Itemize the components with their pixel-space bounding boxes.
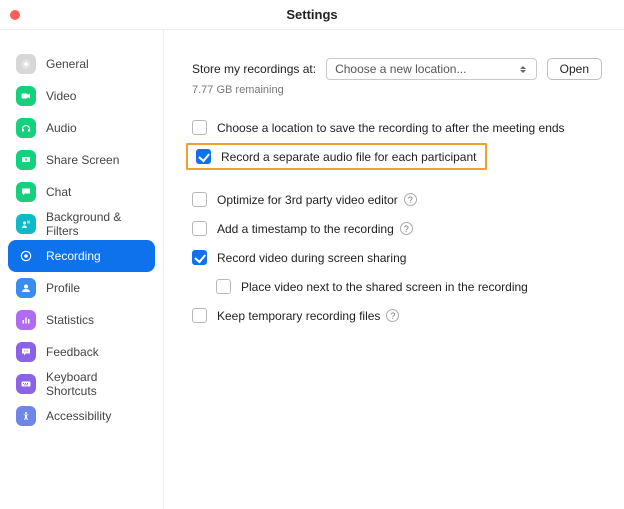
sidebar-item-label: Profile: [46, 281, 80, 295]
location-value: Choose a new location...: [335, 62, 466, 76]
sidebar-item-label: General: [46, 57, 89, 71]
chat-icon: [16, 182, 36, 202]
option-label: Place video next to the shared screen in…: [241, 280, 528, 294]
option-row: Record a separate audio file for each pa…: [196, 149, 477, 164]
highlighted-option: Record a separate audio file for each pa…: [186, 143, 487, 170]
share-icon: [16, 150, 36, 170]
titlebar: Settings: [0, 0, 624, 30]
keyboard-icon: [16, 374, 36, 394]
stats-icon: [16, 310, 36, 330]
checkbox[interactable]: [192, 250, 207, 265]
sidebar-item-keys[interactable]: Keyboard Shortcuts: [8, 368, 155, 400]
headphones-icon: [16, 118, 36, 138]
option-label: Choose a location to save the recording …: [217, 121, 565, 135]
camera-icon: [16, 86, 36, 106]
sidebar-item-label: Statistics: [46, 313, 94, 327]
sidebar-item-access[interactable]: Accessibility: [8, 400, 155, 432]
sidebar-item-rec[interactable]: Recording: [8, 240, 155, 272]
checkbox[interactable]: [192, 221, 207, 236]
sidebar-item-label: Recording: [46, 249, 101, 263]
sidebar-item-audio[interactable]: Audio: [8, 112, 155, 144]
option-row: Optimize for 3rd party video editor?: [192, 192, 602, 207]
sidebar-item-label: Audio: [46, 121, 77, 135]
checkbox[interactable]: [192, 308, 207, 323]
option-row: Record video during screen sharing: [192, 250, 602, 265]
option-row: Choose a location to save the recording …: [192, 120, 602, 135]
option-row: Add a timestamp to the recording?: [192, 221, 602, 236]
sidebar-item-label: Video: [46, 89, 76, 103]
chevron-updown-icon: [520, 62, 530, 76]
checkbox[interactable]: [192, 120, 207, 135]
option-label: Record a separate audio file for each pa…: [221, 150, 477, 164]
option-label: Add a timestamp to the recording: [217, 222, 394, 236]
sidebar-item-label: Keyboard Shortcuts: [46, 370, 147, 398]
sidebar-item-label: Chat: [46, 185, 71, 199]
record-icon: [16, 246, 36, 266]
sidebar-item-video[interactable]: Video: [8, 80, 155, 112]
checkbox[interactable]: [192, 192, 207, 207]
option-label: Optimize for 3rd party video editor: [217, 193, 398, 207]
option-label: Record video during screen sharing: [217, 251, 406, 265]
accessibility-icon: [16, 406, 36, 426]
sidebar: General Video Audio Share Screen Chat Backgro…: [0, 30, 164, 509]
checkbox[interactable]: [196, 149, 211, 164]
sidebar-item-chat[interactable]: Chat: [8, 176, 155, 208]
sidebar-item-profile[interactable]: Profile: [8, 272, 155, 304]
window-title: Settings: [0, 7, 624, 22]
settings-body: General Video Audio Share Screen Chat Backgro…: [0, 30, 624, 509]
sidebar-item-label: Accessibility: [46, 409, 111, 423]
sidebar-item-share[interactable]: Share Screen: [8, 144, 155, 176]
sidebar-item-label: Feedback: [46, 345, 99, 359]
main-panel: Store my recordings at: Choose a new loc…: [164, 30, 624, 509]
help-icon[interactable]: ?: [404, 193, 417, 206]
sidebar-item-general[interactable]: General: [8, 48, 155, 80]
option-row: Place video next to the shared screen in…: [216, 279, 602, 294]
help-icon[interactable]: ?: [386, 309, 399, 322]
options-list: Choose a location to save the recording …: [192, 120, 602, 323]
background-icon: [16, 214, 36, 234]
store-row: Store my recordings at: Choose a new loc…: [192, 58, 602, 80]
feedback-icon: [16, 342, 36, 362]
remaining-text: 7.77 GB remaining: [192, 84, 602, 96]
help-icon[interactable]: ?: [400, 222, 413, 235]
sidebar-item-label: Share Screen: [46, 153, 119, 167]
open-button[interactable]: Open: [547, 58, 602, 80]
sidebar-item-stats[interactable]: Statistics: [8, 304, 155, 336]
sidebar-item-bg[interactable]: Background & Filters: [8, 208, 155, 240]
gear-icon: [16, 54, 36, 74]
profile-icon: [16, 278, 36, 298]
sidebar-item-label: Background & Filters: [46, 210, 147, 238]
option-row: Keep temporary recording files?: [192, 308, 602, 323]
sidebar-item-feedback[interactable]: Feedback: [8, 336, 155, 368]
location-select[interactable]: Choose a new location...: [326, 58, 537, 80]
checkbox[interactable]: [216, 279, 231, 294]
store-label: Store my recordings at:: [192, 62, 316, 76]
option-label: Keep temporary recording files: [217, 309, 380, 323]
